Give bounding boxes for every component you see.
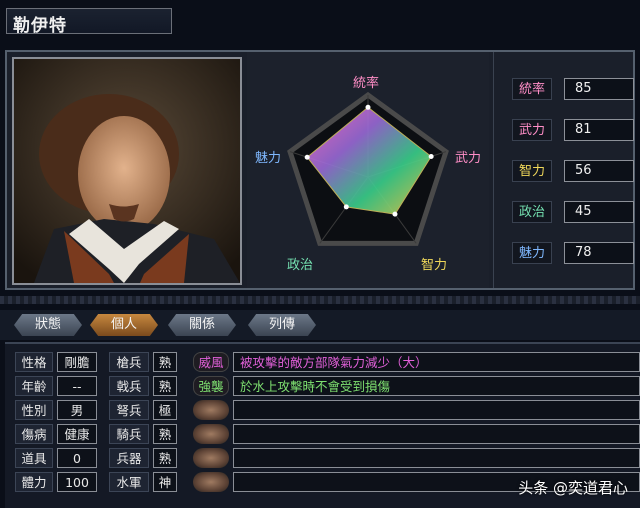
attr-value: --	[57, 376, 97, 396]
tab-status[interactable]: 狀態	[14, 314, 82, 336]
radar-vertex-point	[392, 211, 398, 217]
empty-skill-icon	[193, 400, 229, 420]
empty-skill-icon	[193, 424, 229, 444]
stat-row-politics: 政治 45	[512, 201, 634, 223]
troop-label: 槍兵	[109, 352, 149, 372]
troop-label: 戟兵	[109, 376, 149, 396]
officer-overview-panel: 統率 武力 智力 政治 魅力 統率 85 武力 81 智力 56 政治 45 魅…	[5, 50, 635, 290]
portrait-image	[14, 59, 240, 283]
skill-description	[233, 424, 640, 444]
attr-value: 男	[57, 400, 97, 420]
radar-vertex-point	[304, 154, 310, 160]
troop-value: 熟	[153, 448, 177, 468]
troop-label: 騎兵	[109, 424, 149, 444]
skill-description: 被攻擊的敵方部隊氣力減少（大）	[233, 352, 640, 372]
stat-row-charisma: 魅力 78	[512, 242, 634, 264]
skill-description	[233, 448, 640, 468]
attr-value: 健康	[57, 424, 97, 444]
radar-label-right: 武力	[455, 151, 482, 166]
empty-skill-icon	[193, 448, 229, 468]
tab-bar: 狀態 個人 關係 列傳	[0, 310, 640, 340]
radar-vertex-point	[365, 104, 371, 110]
attr-value: 100	[57, 472, 97, 492]
attr-value: 0	[57, 448, 97, 468]
stats-list: 統率 85 武力 81 智力 56 政治 45 魅力 78	[493, 52, 634, 288]
stat-value: 81	[564, 119, 634, 141]
troop-value: 極	[153, 400, 177, 420]
attr-label: 性別	[15, 400, 53, 420]
stat-value: 56	[564, 160, 634, 182]
troop-value: 熟	[153, 352, 177, 372]
stat-row-war: 武力 81	[512, 119, 634, 141]
attr-label: 體力	[15, 472, 53, 492]
stat-value: 78	[564, 242, 634, 264]
officer-name-bar: 勒伊特	[6, 8, 172, 36]
stat-row-leadership: 統率 85	[512, 78, 634, 100]
radar-label-top: 統率	[353, 76, 380, 91]
skill-name[interactable]: 強襲	[193, 376, 229, 396]
officer-portrait	[12, 57, 242, 285]
watermark: 头条 @奕道君心	[518, 479, 628, 497]
troop-label: 兵器	[109, 448, 149, 468]
troop-label: 水軍	[109, 472, 149, 492]
stat-row-intelligence: 智力 56	[512, 160, 634, 182]
skill-description: 於水上攻擊時不會受到損傷	[233, 376, 640, 396]
skill-description	[233, 400, 640, 420]
stat-label: 魅力	[512, 242, 552, 264]
stat-label: 智力	[512, 160, 552, 182]
section-divider	[0, 296, 640, 304]
empty-skill-icon	[193, 472, 229, 492]
attr-label: 道具	[15, 448, 53, 468]
troop-value: 神	[153, 472, 177, 492]
troop-value: 熟	[153, 376, 177, 396]
troop-label: 弩兵	[109, 400, 149, 420]
officer-name: 勒伊特	[13, 16, 67, 36]
radar-label-left: 魅力	[255, 151, 282, 166]
stat-value: 85	[564, 78, 634, 100]
radar-vertex-point	[343, 204, 349, 210]
ability-radar-chart: 統率 武力 智力 政治 魅力	[247, 52, 489, 288]
tab-personal[interactable]: 個人	[90, 314, 158, 336]
stat-label: 政治	[512, 201, 552, 223]
attr-label: 性格	[15, 352, 53, 372]
stat-value: 45	[564, 201, 634, 223]
troop-value: 熟	[153, 424, 177, 444]
radar-label-bottom-right: 智力	[421, 258, 448, 273]
radar-label-bottom-left: 政治	[287, 258, 314, 273]
attr-value: 剛膽	[57, 352, 97, 372]
stat-label: 武力	[512, 119, 552, 141]
tab-biography[interactable]: 列傳	[248, 314, 316, 336]
radar-vertex-point	[428, 153, 434, 159]
tab-relations[interactable]: 關係	[168, 314, 236, 336]
skill-name[interactable]: 威風	[193, 352, 229, 372]
attr-label: 年齡	[15, 376, 53, 396]
attr-label: 傷病	[15, 424, 53, 444]
stat-label: 統率	[512, 78, 552, 100]
